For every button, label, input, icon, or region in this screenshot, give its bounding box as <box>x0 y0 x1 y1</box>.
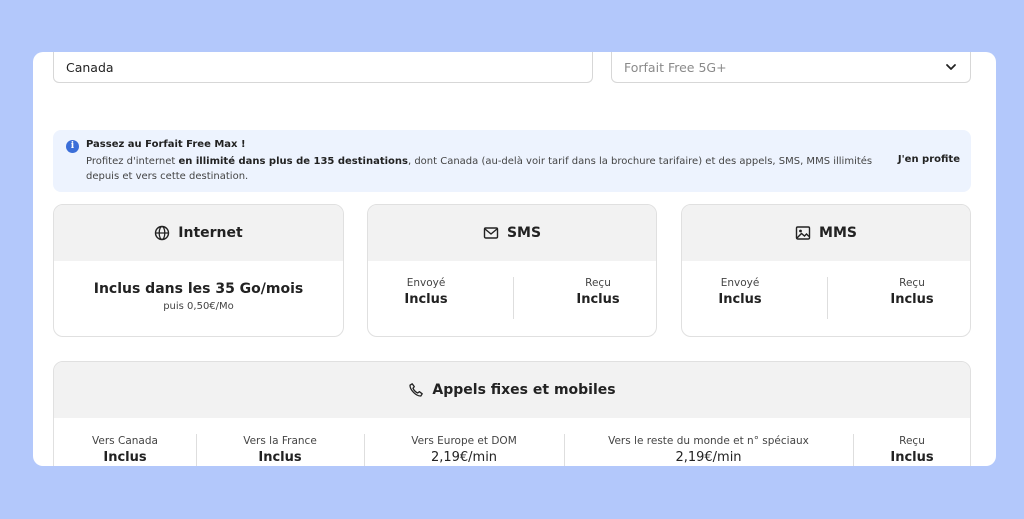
mms-title: MMS <box>819 225 857 241</box>
image-icon <box>795 226 811 240</box>
destination-input[interactable]: Canada <box>53 52 593 83</box>
sms-sent-value: Inclus <box>404 292 448 307</box>
plan-select[interactable]: Forfait Free 5G+ <box>611 52 971 83</box>
calls-col-value: Inclus <box>258 450 302 465</box>
upgrade-banner: i Passez au Forfait Free Max ! Profitez … <box>53 130 971 192</box>
calls-col-label: Reçu <box>899 435 925 447</box>
sms-sent: Envoyé Inclus <box>376 277 476 307</box>
calls-col-label: Vers Canada <box>92 435 158 447</box>
mms-sent: Envoyé Inclus <box>690 277 790 307</box>
calls-card: Appels fixes et mobiles Vers Canada Incl… <box>53 361 971 466</box>
internet-overage: puis 0,50€/Mo <box>163 301 234 312</box>
calls-col-label: Vers le reste du monde et n° spéciaux <box>608 435 809 447</box>
sms-card-header: SMS <box>368 205 656 261</box>
calls-col-received: Reçu Inclus <box>853 435 970 465</box>
phone-icon <box>409 383 424 397</box>
calls-col-label: Vers Europe et DOM <box>411 435 517 447</box>
mms-received: Reçu Inclus <box>862 277 962 307</box>
sms-received: Reçu Inclus <box>548 277 648 307</box>
internet-title: Internet <box>178 225 243 241</box>
plan-value: Forfait Free 5G+ <box>624 59 727 75</box>
calls-col-europe: Vers Europe et DOM 2,19€/min <box>364 435 564 465</box>
sms-card-body: Envoyé Inclus Reçu Inclus <box>368 261 656 336</box>
internet-card-header: Internet <box>54 205 343 261</box>
info-icon: i <box>66 140 79 153</box>
sms-card: SMS Envoyé Inclus Reçu Inclus <box>367 204 657 337</box>
calls-col-value: 2,19€/min <box>675 450 742 465</box>
calls-col-canada: Vers Canada Inclus <box>54 435 196 465</box>
banner-text: Profitez d'internet en illimité dans plu… <box>86 154 876 184</box>
calls-title: Appels fixes et mobiles <box>432 382 616 398</box>
chevron-down-icon <box>946 64 956 70</box>
calls-col-world: Vers le reste du monde et n° spéciaux 2,… <box>564 435 853 465</box>
tariff-panel: Canada Forfait Free 5G+ i Passez au Forf… <box>33 52 996 466</box>
mms-card: MMS Envoyé Inclus Reçu Inclus <box>681 204 971 337</box>
banner-text-start: Profitez d'internet <box>86 156 179 167</box>
upgrade-link[interactable]: J'en profite <box>898 154 960 165</box>
banner-text-highlight: en illimité dans plus de 135 destination… <box>178 156 408 167</box>
mms-received-label: Reçu <box>899 277 925 289</box>
calls-col-value: 2,19€/min <box>430 450 498 465</box>
internet-allowance: Inclus dans les 35 Go/mois <box>93 281 304 297</box>
mms-card-header: MMS <box>682 205 970 261</box>
mms-sent-value: Inclus <box>718 292 762 307</box>
calls-col-label: Vers la France <box>243 435 317 447</box>
sms-sent-label: Envoyé <box>406 277 446 289</box>
divider <box>827 277 828 319</box>
sms-received-label: Reçu <box>585 277 611 289</box>
calls-col-value: Inclus <box>890 450 934 465</box>
calls-col-value: Inclus <box>103 450 147 465</box>
banner-title: Passez au Forfait Free Max ! <box>86 139 246 150</box>
mms-sent-label: Envoyé <box>720 277 760 289</box>
calls-col-france: Vers la France Inclus <box>196 435 364 465</box>
calls-card-header: Appels fixes et mobiles <box>54 362 970 418</box>
sms-received-value: Inclus <box>576 292 620 307</box>
internet-card-body: Inclus dans les 35 Go/mois puis 0,50€/Mo <box>54 261 343 336</box>
sms-title: SMS <box>506 225 542 241</box>
envelope-icon <box>483 227 499 239</box>
divider <box>513 277 514 319</box>
mms-received-value: Inclus <box>890 292 934 307</box>
destination-value: Canada <box>66 59 114 75</box>
internet-card: Internet Inclus dans les 35 Go/mois puis… <box>53 204 344 337</box>
mms-card-body: Envoyé Inclus Reçu Inclus <box>682 261 970 336</box>
globe-icon <box>155 225 170 241</box>
